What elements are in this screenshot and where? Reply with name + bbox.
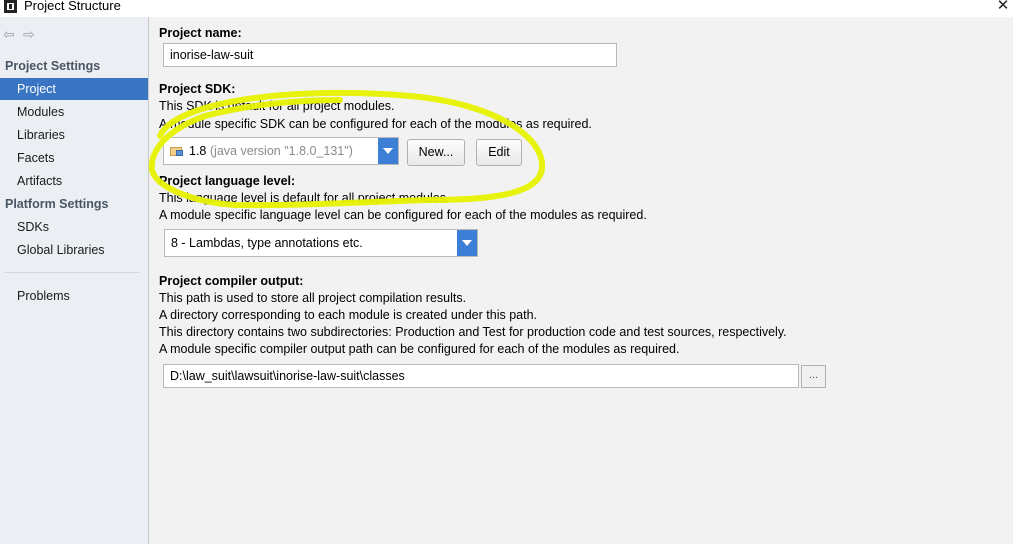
compiler-output-desc-3: This directory contains two subdirectori… xyxy=(159,325,787,339)
project-sdk-label: Project SDK: xyxy=(159,82,236,96)
project-sdk-dropdown[interactable]: 1.8 (java version "1.8.0_131") xyxy=(163,137,399,165)
language-level-desc-2: A module specific language level can be … xyxy=(159,208,647,222)
browse-button[interactable]: ... xyxy=(801,365,826,388)
nav-arrows: ⇦ ⇨ xyxy=(3,27,43,43)
compiler-output-desc-4: A module specific compiler output path c… xyxy=(159,342,680,356)
back-arrow-icon[interactable]: ⇦ xyxy=(3,27,17,41)
project-name-input[interactable]: inorise-law-suit xyxy=(163,43,617,67)
project-sdk-desc-1: This SDK is default for all project modu… xyxy=(159,99,395,113)
project-name-label: Project name: xyxy=(159,26,242,40)
language-level-value: 8 - Lambdas, type annotations etc. xyxy=(171,236,363,250)
new-sdk-button[interactable]: New... xyxy=(407,139,465,166)
compiler-output-path-input[interactable]: D:\law_suit\lawsuit\inorise-law-suit\cla… xyxy=(163,364,799,388)
sidebar-item-artifacts[interactable]: Artifacts xyxy=(0,170,148,192)
close-icon[interactable]: ✕ xyxy=(995,0,1011,14)
sidebar-item-modules[interactable]: Modules xyxy=(0,101,148,123)
language-level-desc-1: This language level is default for all p… xyxy=(159,191,450,205)
sidebar-item-project[interactable]: Project xyxy=(0,78,148,100)
sidebar-item-problems[interactable]: Problems xyxy=(0,285,148,307)
sidebar-item-sdks[interactable]: SDKs xyxy=(0,216,148,238)
section-project-settings: Project Settings xyxy=(5,59,101,73)
main-panel: Project name: inorise-law-suit Project S… xyxy=(150,17,1013,544)
window-title: Project Structure xyxy=(24,0,121,13)
sidebar-item-facets[interactable]: Facets xyxy=(0,147,148,169)
title-bar: Project Structure ✕ xyxy=(0,0,1013,17)
sidebar-item-global-libraries[interactable]: Global Libraries xyxy=(0,239,148,261)
chevron-down-icon xyxy=(378,138,398,164)
forward-arrow-icon[interactable]: ⇨ xyxy=(23,27,37,41)
language-level-dropdown[interactable]: 8 - Lambdas, type annotations etc. xyxy=(164,229,478,257)
sidebar-item-libraries[interactable]: Libraries xyxy=(0,124,148,146)
sdk-version: 1.8 xyxy=(189,144,207,158)
sidebar: ⇦ ⇨ Project Settings Project Modules Libr… xyxy=(0,17,149,544)
language-level-label: Project language level: xyxy=(159,174,296,188)
project-sdk-desc-2: A module specific SDK can be configured … xyxy=(159,117,592,131)
edit-sdk-button[interactable]: Edit xyxy=(476,139,522,166)
intellij-app-icon xyxy=(4,0,17,13)
section-platform-settings: Platform Settings xyxy=(5,197,109,211)
compiler-output-desc-2: A directory corresponding to each module… xyxy=(159,308,537,322)
sdk-folder-icon xyxy=(170,145,184,157)
compiler-output-label: Project compiler output: xyxy=(159,274,304,288)
sidebar-divider xyxy=(5,272,139,273)
sdk-version-detail: (java version "1.8.0_131") xyxy=(209,144,353,158)
compiler-output-desc-1: This path is used to store all project c… xyxy=(159,291,467,305)
chevron-down-icon xyxy=(457,230,477,256)
